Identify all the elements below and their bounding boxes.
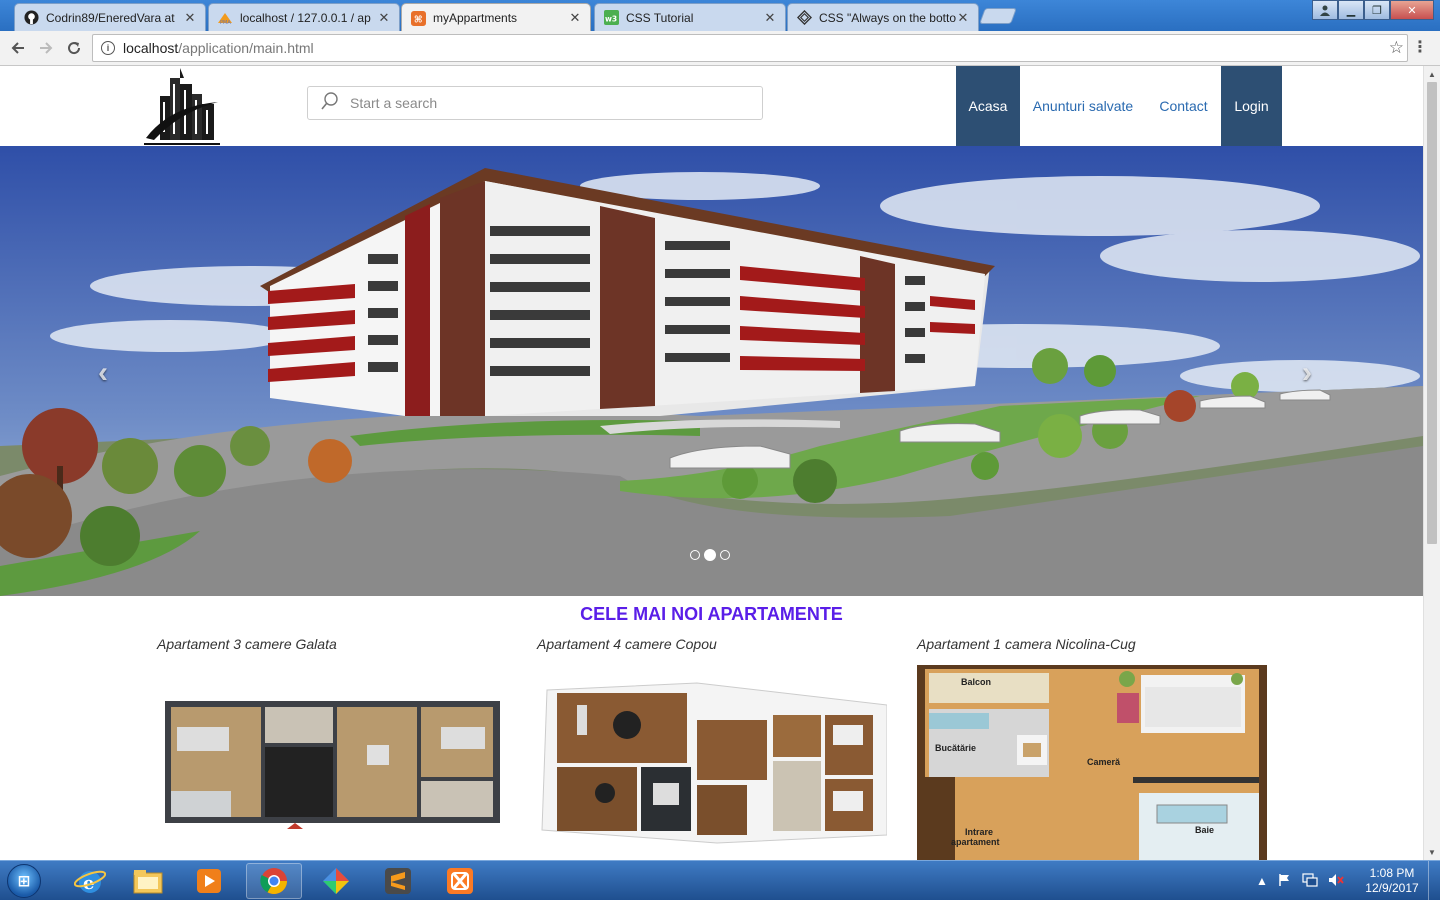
browser-toolbar: i localhost/application/main.html ☆ ⋮ bbox=[0, 31, 1440, 66]
listing-title[interactable]: Apartament 4 camere Copou bbox=[537, 636, 887, 652]
listing-title[interactable]: Apartament 1 camera Nicolina-Cug bbox=[917, 636, 1267, 652]
site-logo[interactable] bbox=[140, 66, 224, 146]
tab-stackoverflow[interactable]: CSS "Always on the botto ✕ bbox=[787, 3, 979, 31]
svg-text:w3: w3 bbox=[604, 14, 616, 23]
site-header: Acasa Anunturi salvate Contact Login bbox=[0, 66, 1423, 146]
close-icon[interactable]: ✕ bbox=[763, 10, 777, 26]
clock-time: 1:08 PM bbox=[1369, 866, 1415, 880]
nav-login[interactable]: Login bbox=[1221, 66, 1282, 146]
plan-label-camera: Cameră bbox=[1087, 757, 1121, 767]
back-arrow-icon[interactable] bbox=[7, 37, 29, 59]
sublime-text-icon[interactable] bbox=[370, 863, 426, 899]
plan-label-apartament: apartament bbox=[951, 837, 1000, 847]
carousel-dot-active[interactable] bbox=[704, 549, 716, 561]
w3schools-icon: w3 bbox=[603, 10, 619, 26]
github-icon bbox=[23, 10, 39, 26]
nav-contact[interactable]: Contact bbox=[1146, 66, 1221, 146]
nav-anunturi-salvate[interactable]: Anunturi salvate bbox=[1020, 66, 1146, 146]
tab-title: CSS "Always on the botto bbox=[819, 10, 956, 25]
network-icon[interactable] bbox=[1302, 872, 1318, 890]
clock-date: 12/9/2017 bbox=[1365, 881, 1419, 895]
scroll-up-icon[interactable]: ▲ bbox=[1424, 66, 1440, 82]
svg-text:⌘: ⌘ bbox=[413, 14, 422, 25]
search-box[interactable] bbox=[307, 86, 763, 120]
svg-text:PMA: PMA bbox=[220, 20, 231, 25]
section-title: CELE MAI NOI APARTAMENTE bbox=[580, 604, 843, 624]
listing-card[interactable]: Apartament 3 camere Galata bbox=[157, 636, 507, 829]
tab-phpmyadmin[interactable]: PMA localhost / 127.0.0.1 / ap ✕ bbox=[208, 3, 400, 31]
carousel-dot[interactable] bbox=[720, 550, 730, 560]
carousel-next-button[interactable]: › bbox=[1302, 356, 1312, 390]
listing-card[interactable]: Apartament 4 camere Copou bbox=[537, 636, 887, 844]
carousel-indicators bbox=[690, 549, 730, 561]
window-close-button[interactable]: ✕ bbox=[1390, 0, 1434, 20]
browser-menu-icon[interactable]: ⋮ bbox=[1412, 37, 1428, 57]
tab-title: localhost / 127.0.0.1 / ap bbox=[240, 10, 371, 25]
new-tab-button[interactable] bbox=[979, 8, 1017, 24]
carousel-prev-button[interactable]: ‹ bbox=[98, 356, 108, 390]
url-path: /application/main.html bbox=[178, 40, 314, 56]
plan-label-bucatarie: Bucătărie bbox=[935, 743, 976, 753]
tab-github[interactable]: Codrin89/EneredVara at ✕ bbox=[14, 3, 206, 31]
scroll-down-icon[interactable]: ▼ bbox=[1424, 844, 1440, 860]
close-icon[interactable]: ✕ bbox=[183, 10, 197, 26]
image-carousel: ‹ › bbox=[0, 146, 1423, 596]
listing-title[interactable]: Apartament 3 camere Galata bbox=[157, 636, 507, 652]
carousel-dot[interactable] bbox=[690, 550, 700, 560]
brackets-icon: ⌘ bbox=[410, 10, 426, 26]
stackoverflow-icon bbox=[796, 10, 812, 26]
file-explorer-icon[interactable] bbox=[120, 863, 176, 899]
window-controls: ▁ ❐ ✕ bbox=[1312, 0, 1434, 20]
reload-icon[interactable] bbox=[63, 37, 85, 59]
floor-plan-image[interactable] bbox=[157, 665, 507, 860]
minimize-button[interactable]: ▁ bbox=[1338, 0, 1364, 20]
action-center-flag-icon[interactable] bbox=[1278, 873, 1292, 890]
floor-plan-image[interactable]: Balcon Bucătărie Cameră Intrare apartame… bbox=[917, 665, 1267, 860]
tab-title: CSS Tutorial bbox=[626, 10, 694, 25]
phpmyadmin-icon: PMA bbox=[217, 10, 233, 26]
listing-card[interactable]: Apartament 1 camera Nicolina-Cug Balcon … bbox=[917, 636, 1267, 860]
browser-tab-strip: Codrin89/EneredVara at ✕ PMA localhost /… bbox=[0, 0, 1440, 32]
system-tray: ▲ bbox=[1256, 861, 1344, 900]
tab-css-tutorial[interactable]: w3 CSS Tutorial ✕ bbox=[594, 3, 786, 31]
show-desktop-button[interactable] bbox=[1428, 861, 1440, 900]
chrome-icon[interactable] bbox=[246, 863, 302, 899]
page-scrollbar[interactable]: ▲ ▼ bbox=[1423, 66, 1440, 860]
paint-app-icon[interactable] bbox=[308, 863, 364, 899]
scrollbar-thumb[interactable] bbox=[1427, 82, 1437, 544]
tray-expand-icon[interactable]: ▲ bbox=[1256, 874, 1268, 888]
forward-arrow-icon[interactable] bbox=[35, 37, 57, 59]
system-clock[interactable]: 1:08 PM 12/9/2017 bbox=[1352, 866, 1432, 896]
internet-explorer-icon[interactable]: e bbox=[62, 863, 118, 899]
page-info-icon[interactable]: i bbox=[101, 41, 115, 55]
bookmark-star-icon[interactable]: ☆ bbox=[1389, 38, 1404, 58]
search-input[interactable] bbox=[350, 95, 750, 111]
windows-start-icon[interactable]: ⊞ bbox=[4, 862, 44, 900]
listings-grid: Apartament 3 camere Galata Apartament 4 … bbox=[157, 636, 1267, 860]
user-profile-icon[interactable] bbox=[1312, 0, 1338, 20]
nav-acasa[interactable]: Acasa bbox=[956, 66, 1020, 146]
tab-title: Codrin89/EneredVara at bbox=[46, 10, 175, 25]
close-icon[interactable]: ✕ bbox=[377, 10, 391, 26]
url-bar[interactable]: i localhost/application/main.html bbox=[92, 34, 1408, 62]
plan-label-baie: Baie bbox=[1195, 825, 1214, 835]
volume-muted-icon[interactable] bbox=[1328, 873, 1344, 890]
close-icon[interactable]: ✕ bbox=[956, 10, 970, 26]
media-player-icon[interactable] bbox=[181, 863, 237, 899]
tab-title: myAppartments bbox=[433, 11, 518, 25]
windows-taskbar: ⊞ e ▲ 1:08 PM 12/9/2017 bbox=[0, 860, 1440, 900]
search-icon bbox=[320, 91, 340, 116]
url-host: localhost bbox=[123, 40, 179, 56]
plan-label-intrare: Intrare bbox=[965, 827, 993, 837]
web-page: Acasa Anunturi salvate Contact Login bbox=[0, 66, 1423, 860]
floor-plan-image[interactable] bbox=[537, 665, 887, 860]
xampp-icon[interactable] bbox=[432, 863, 488, 899]
plan-label-balcon: Balcon bbox=[961, 677, 991, 687]
tab-myappartments[interactable]: ⌘ myAppartments ✕ bbox=[401, 3, 591, 32]
close-icon[interactable]: ✕ bbox=[568, 10, 582, 26]
main-navigation: Acasa Anunturi salvate Contact Login bbox=[956, 66, 1282, 146]
carousel-slide-image bbox=[0, 146, 1423, 596]
restore-button[interactable]: ❐ bbox=[1364, 0, 1390, 20]
